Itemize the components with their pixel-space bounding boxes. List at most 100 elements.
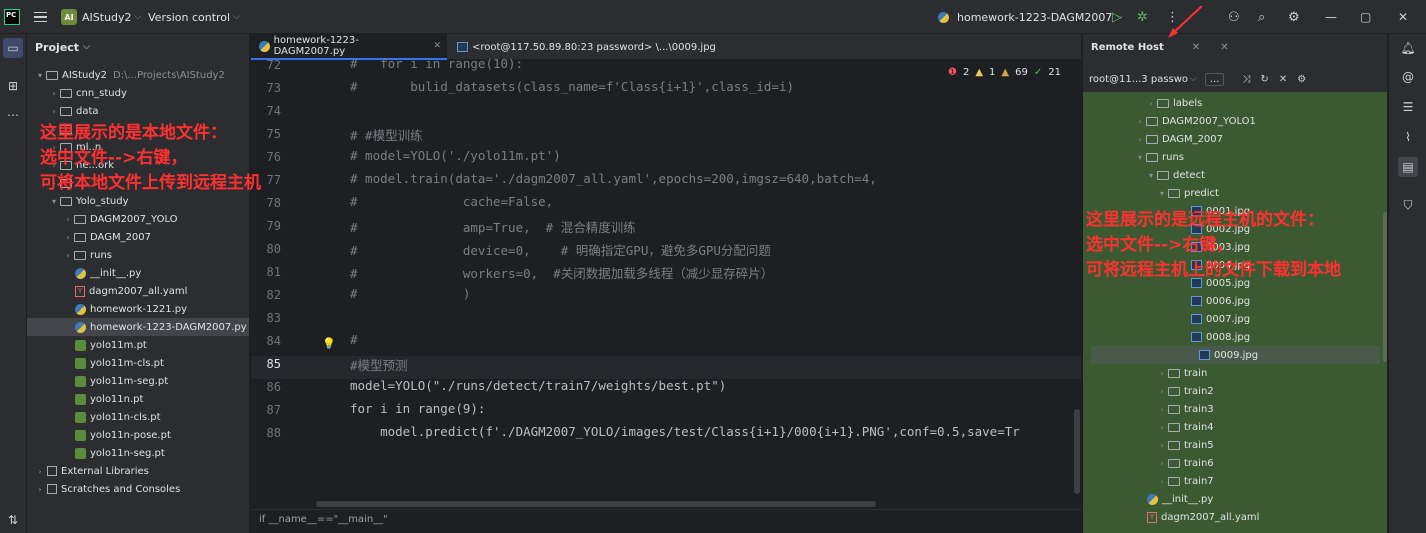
project-switcher[interactable]: AIStudy2 ⌵ (82, 0, 141, 34)
tree-item[interactable]: › train5 (1083, 436, 1380, 454)
close-icon[interactable]: ✕ (1220, 42, 1228, 53)
tree-item[interactable]: 0009.jpg (1091, 346, 1380, 364)
code-line[interactable]: # amp=True, # 混合精度训练 (350, 217, 636, 236)
commit-tool-button[interactable]: ⇅ (3, 510, 23, 530)
tree-item[interactable]: ▾ predict (1083, 184, 1380, 202)
remote-host-tool-button[interactable]: ▤ (1398, 157, 1418, 177)
close-window-button[interactable]: ✕ (1398, 0, 1408, 34)
code-line[interactable]: # workers=0, #关闭数据加载多线程（减少显存碎片） (350, 263, 773, 282)
chevron-down-icon[interactable]: ▾ (1146, 171, 1156, 180)
chevron-down-icon[interactable]: ▾ (35, 71, 45, 80)
chevron-down-icon[interactable]: ▾ (1135, 153, 1145, 162)
chevron-right-icon[interactable]: › (1157, 423, 1167, 432)
chevron-right-icon[interactable]: › (1157, 405, 1167, 414)
search-button[interactable]: ⌕ (1258, 0, 1265, 34)
tree-item[interactable]: › train3 (1083, 400, 1380, 418)
tree-item[interactable]: › train7 (1083, 472, 1380, 490)
chevron-right-icon[interactable]: › (63, 215, 73, 224)
chevron-right-icon[interactable]: › (63, 233, 73, 242)
chevron-down-icon[interactable]: ⌵ (1190, 74, 1197, 84)
settings-icon[interactable]: ⚙ (1297, 74, 1306, 85)
chevron-right-icon[interactable]: › (63, 251, 73, 260)
code-line[interactable]: # ) (350, 286, 470, 301)
notifications-button[interactable]: 🔔︎ (1398, 38, 1418, 58)
chevron-right-icon[interactable]: › (49, 107, 59, 116)
tree-item[interactable]: homework-1223-DAGM2007.py (27, 318, 249, 336)
tree-item[interactable]: › train2 (1083, 382, 1380, 400)
tree-item[interactable]: yolo11n.pt (27, 390, 249, 408)
code-line[interactable]: # model=YOLO('./yolo11m.pt') (350, 148, 561, 163)
maximize-button[interactable]: ▢ (1360, 0, 1371, 34)
scientific-view-button[interactable]: ⌇ (1398, 127, 1418, 147)
code-line[interactable]: # model.train(data='./dagm2007_all.yaml'… (350, 171, 877, 186)
tree-item[interactable]: › DAGM_2007 (1083, 130, 1380, 148)
tree-item[interactable]: › runs (27, 246, 249, 264)
chevron-down-icon[interactable]: ▾ (1157, 189, 1167, 198)
tree-item[interactable]: › train (1083, 364, 1380, 382)
code-line[interactable]: # cache=False, (350, 194, 553, 209)
database-button[interactable]: ☰ (1398, 97, 1418, 117)
tree-item[interactable]: 0008.jpg (1083, 328, 1380, 346)
lightbulb-icon[interactable]: 💡 (322, 337, 336, 350)
tree-item[interactable]: homework-1221.py (27, 300, 249, 318)
code-line[interactable]: # for i in range(10): (350, 56, 523, 71)
remote-host-selector[interactable]: root@11...3 passwo (1089, 74, 1188, 85)
tree-item[interactable]: › Scratches and Consoles (27, 480, 249, 498)
run-config-selector[interactable]: homework-1223-DAGM2007 ⌵ (936, 0, 1123, 34)
tree-item[interactable]: yolo11m.pt (27, 336, 249, 354)
refresh-icon[interactable]: ↻ (1260, 74, 1268, 85)
tree-item[interactable]: 0007.jpg (1083, 310, 1380, 328)
chevron-right-icon[interactable]: › (1146, 99, 1156, 108)
version-control-menu[interactable]: Version control ⌵ (148, 0, 240, 34)
tree-item[interactable]: › labels (1083, 94, 1380, 112)
tree-item[interactable]: __init__.py (27, 264, 249, 282)
debug-button[interactable]: ✲ (1137, 0, 1148, 34)
tree-item[interactable]: › train4 (1083, 418, 1380, 436)
tree-item[interactable]: › DAGM2007_YOLO (27, 210, 249, 228)
tree-item[interactable]: ▾ runs (1083, 148, 1380, 166)
tree-item[interactable]: yolo11m-seg.pt (27, 372, 249, 390)
tree-item[interactable]: ▾ AIStudy2 D:\...Projects\AIStudy2 (27, 66, 249, 84)
code-line[interactable]: # device=0, # 明确指定GPU，避免多GPU分配问题 (350, 240, 771, 259)
chevron-right-icon[interactable]: › (35, 467, 45, 476)
tree-item[interactable]: Ydagm2007_all.yaml (1083, 508, 1380, 526)
project-panel-header[interactable]: Project ⌵ (27, 34, 249, 60)
tree-item[interactable]: › train6 (1083, 454, 1380, 472)
security-button[interactable]: ⛉ (1398, 195, 1418, 215)
tree-item[interactable]: › DAGM_2007 (27, 228, 249, 246)
tree-item[interactable]: yolo11n-pose.pt (27, 426, 249, 444)
tree-item[interactable]: › DAGM2007_YOLO1 (1083, 112, 1380, 130)
tree-item[interactable]: › cnn_study (27, 84, 249, 102)
chevron-right-icon[interactable]: › (1157, 369, 1167, 378)
tree-item[interactable]: › External Libraries (27, 462, 249, 480)
chevron-right-icon[interactable]: › (1135, 117, 1145, 126)
horizontal-scrollbar[interactable] (316, 501, 876, 507)
tree-item[interactable]: __init__.py (1083, 490, 1380, 508)
code-line[interactable]: # (350, 332, 358, 347)
tree-item[interactable]: Ydagm2007_all.yaml (27, 282, 249, 300)
more-tools-button[interactable]: ⋯ (3, 105, 23, 125)
code-line[interactable]: model=YOLO("./runs/detect/train7/weights… (350, 378, 726, 393)
chevron-right-icon[interactable]: › (1157, 387, 1167, 396)
tree-item[interactable]: ▾ detect (1083, 166, 1380, 184)
ai-assistant-button[interactable]: @ (1398, 67, 1418, 87)
structure-tool-button[interactable]: ⊞ (3, 76, 23, 96)
code-line[interactable]: model.predict(f'./DAGM2007_YOLO/images/t… (350, 424, 1020, 439)
chevron-right-icon[interactable]: › (1157, 477, 1167, 486)
code-line[interactable]: #模型预测 (350, 355, 408, 374)
tree-item[interactable]: yolo11n-cls.pt (27, 408, 249, 426)
tree-item[interactable]: › data (27, 102, 249, 120)
project-tool-button[interactable]: ▭ (3, 38, 23, 58)
main-menu-icon[interactable] (32, 0, 48, 34)
close-icon[interactable]: ✕ (1279, 74, 1287, 85)
minimize-button[interactable]: — (1325, 0, 1337, 34)
remote-scrollbar[interactable] (1383, 212, 1387, 362)
close-tab-icon[interactable]: ✕ (433, 41, 441, 51)
breadcrumb[interactable]: if __name__=="__main__" (251, 509, 1081, 533)
tree-item[interactable]: 0006.jpg (1083, 292, 1380, 310)
tree-item[interactable]: yolo11n-seg.pt (27, 444, 249, 462)
code-line[interactable]: for i in range(9): (350, 401, 485, 416)
chevron-down-icon[interactable]: ▾ (49, 197, 59, 206)
add-user-button[interactable]: ⚇ (1228, 0, 1240, 34)
chevron-right-icon[interactable]: › (49, 89, 59, 98)
